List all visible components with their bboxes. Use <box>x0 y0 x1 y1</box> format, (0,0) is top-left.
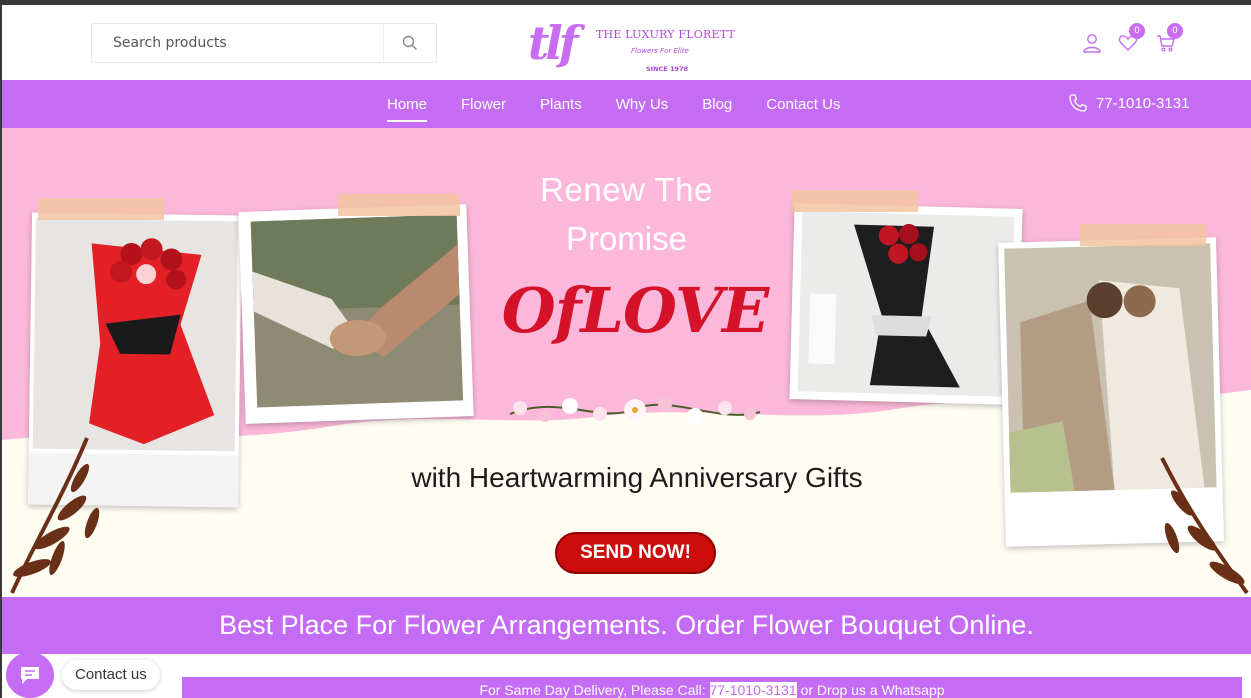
search-button[interactable] <box>384 24 436 62</box>
nav-item-contact-us[interactable]: Contact Us <box>766 92 840 117</box>
chat-widget-button[interactable] <box>6 652 54 698</box>
logo-mark: tlf <box>528 16 578 70</box>
wishlist-count-badge: 0 <box>1129 23 1145 39</box>
search-icon <box>402 35 417 50</box>
hero-banner[interactable]: Renew The Promise OfLOVE with Heartwarmi… <box>2 128 1251 597</box>
phone-icon <box>1069 94 1087 112</box>
logo-since: SINCE 1978 <box>646 65 689 73</box>
cart-button[interactable]: 0 <box>1154 23 1183 55</box>
delivery-phone-link[interactable]: 77-1010-3131 <box>709 682 797 698</box>
site-logo[interactable]: tlf THE LUXURY FLORETT Flowers For Elite… <box>528 13 748 75</box>
send-now-button[interactable]: SEND NOW! <box>555 532 716 574</box>
site-header: tlf THE LUXURY FLORETT Flowers For Elite… <box>2 5 1251 80</box>
left-branch-decoration <box>10 437 100 594</box>
user-icon <box>1083 34 1101 53</box>
hero-headline-line1: Renew The <box>540 171 713 208</box>
wishlist-button[interactable]: 0 <box>1116 23 1145 55</box>
logo-tagline: Flowers For Elite <box>631 47 689 55</box>
nav-item-blog[interactable]: Blog <box>702 92 732 117</box>
nav-item-flower[interactable]: Flower <box>461 92 506 117</box>
nav-item-plants[interactable]: Plants <box>540 92 582 117</box>
nav-menu: Home Flower Plants Why Us Blog Contact U… <box>387 80 874 128</box>
delivery-notice: For Same Day Delivery, Please Call: 77-1… <box>182 677 1242 698</box>
main-nav: Home Flower Plants Why Us Blog Contact U… <box>2 80 1251 128</box>
nav-item-home[interactable]: Home <box>387 92 428 122</box>
logo-brand: THE LUXURY FLORETT <box>596 28 735 41</box>
delivery-suffix: or Drop us a Whatsapp <box>796 682 945 698</box>
hero-headline-love: OfLOVE <box>501 274 770 347</box>
chat-icon <box>21 667 39 684</box>
nav-item-why-us[interactable]: Why Us <box>616 92 669 117</box>
header-icons: 0 0 <box>1078 23 1188 57</box>
page-frame: tlf THE LUXURY FLORETT Flowers For Elite… <box>2 5 1251 698</box>
tagline-banner: Best Place For Flower Arrangements. Orde… <box>2 597 1251 654</box>
nav-phone-number: 77-1010-3131 <box>1096 94 1190 112</box>
account-button[interactable] <box>1080 31 1104 55</box>
cart-count-badge: 0 <box>1167 23 1183 39</box>
search-bar <box>91 23 437 63</box>
search-input[interactable] <box>92 24 383 62</box>
floral-garland-decoration <box>509 397 761 424</box>
hero-subtitle: with Heartwarming Anniversary Gifts <box>411 462 863 493</box>
nav-phone-link[interactable]: 77-1010-3131 <box>1068 93 1189 113</box>
delivery-prefix: For Same Day Delivery, Please Call: <box>479 682 710 698</box>
chat-widget-label[interactable]: Contact us <box>62 660 160 690</box>
hero-headline-line2: Promise <box>565 220 688 257</box>
